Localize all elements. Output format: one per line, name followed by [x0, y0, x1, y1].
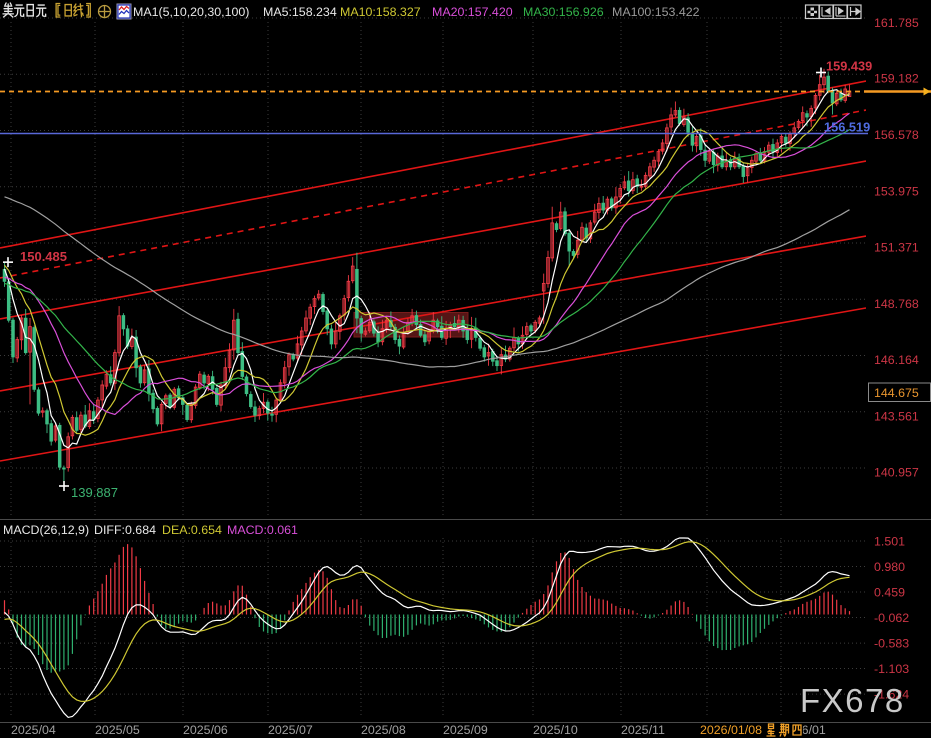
svg-text:2025/08: 2025/08 — [361, 723, 406, 737]
svg-text:-0.062: -0.062 — [874, 611, 909, 625]
svg-text:MACD(26,12,9): MACD(26,12,9) — [3, 523, 89, 537]
svg-text:143.561: 143.561 — [874, 409, 919, 423]
svg-text:DEA:0.654: DEA:0.654 — [162, 523, 222, 537]
svg-text:140.957: 140.957 — [874, 466, 919, 480]
svg-text:161.785: 161.785 — [874, 16, 919, 30]
svg-text:1.501: 1.501 — [874, 534, 905, 548]
svg-text:153.975: 153.975 — [874, 184, 919, 198]
svg-text:2026/01/08: 2026/01/08 — [700, 723, 762, 737]
svg-text:150.485: 150.485 — [20, 249, 67, 264]
svg-text:2025/11: 2025/11 — [621, 723, 665, 737]
svg-text:139.887: 139.887 — [71, 485, 118, 500]
svg-text:156.519: 156.519 — [824, 120, 870, 135]
svg-text:MA20:157.420: MA20:157.420 — [432, 5, 513, 19]
svg-text:0.459: 0.459 — [874, 586, 905, 600]
svg-text:MA1(5,10,20,30,100): MA1(5,10,20,30,100) — [133, 5, 249, 19]
svg-text:MA30:156.926: MA30:156.926 — [523, 5, 604, 19]
svg-text:0.980: 0.980 — [874, 560, 905, 574]
svg-text:159.182: 159.182 — [874, 72, 919, 86]
svg-text:2025/07: 2025/07 — [268, 723, 313, 737]
svg-text:2025/09: 2025/09 — [443, 723, 488, 737]
svg-text:159.439: 159.439 — [826, 59, 872, 74]
svg-text:146.164: 146.164 — [874, 353, 919, 367]
svg-text:MA100:153.422: MA100:153.422 — [612, 5, 700, 19]
svg-text:2025/06: 2025/06 — [183, 723, 228, 737]
svg-text:MA10:158.327: MA10:158.327 — [340, 5, 421, 19]
svg-text:2025/05: 2025/05 — [95, 723, 140, 737]
svg-text:MA5:158.234: MA5:158.234 — [263, 5, 337, 19]
svg-text:144.675: 144.675 — [874, 386, 919, 400]
svg-text:148.768: 148.768 — [874, 297, 919, 311]
svg-text:156.578: 156.578 — [874, 128, 919, 142]
svg-text:2025/04: 2025/04 — [11, 723, 56, 737]
svg-text:-1.103: -1.103 — [874, 662, 909, 676]
svg-text:DIFF:0.684: DIFF:0.684 — [94, 523, 156, 537]
svg-text:2025/10: 2025/10 — [533, 723, 578, 737]
svg-text:MACD:0.061: MACD:0.061 — [227, 523, 298, 537]
svg-text:151.371: 151.371 — [874, 241, 919, 255]
svg-text:-0.583: -0.583 — [874, 637, 909, 651]
svg-text:FX678: FX678 — [800, 682, 905, 719]
